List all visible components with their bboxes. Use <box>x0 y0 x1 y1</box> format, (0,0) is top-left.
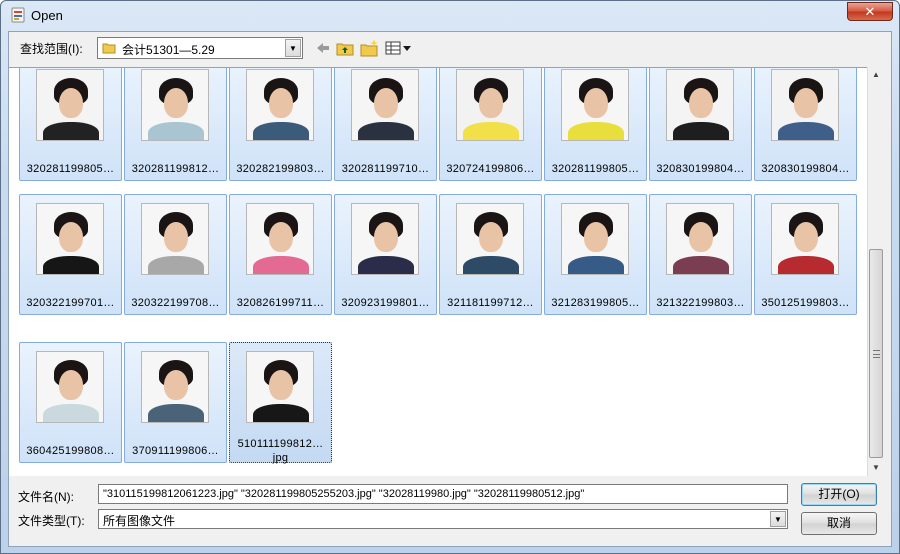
file-name-label: 320830199804… <box>656 163 745 175</box>
dialog-body: 查找范围(I): 会计51301—5.29 ▼ 320281199805… 320… <box>8 31 892 547</box>
file-item[interactable]: 350125199803… <box>754 194 857 315</box>
photo-thumbnail <box>771 69 839 141</box>
file-name-label: 320281199805… <box>551 163 640 175</box>
file-item[interactable]: 360425199808… <box>19 342 122 463</box>
photo-thumbnail <box>456 203 524 275</box>
file-item[interactable]: 320322199708… <box>124 194 227 315</box>
filename-label: 文件名(N): <box>18 490 74 504</box>
chevron-down-icon[interactable]: ▼ <box>285 39 301 57</box>
file-name-label: 320322199701… <box>26 297 115 309</box>
photo-thumbnail <box>246 351 314 423</box>
file-item[interactable]: 320830199804… <box>754 68 857 181</box>
view-menu-icon[interactable] <box>384 38 414 58</box>
file-name-label: 320281199812… <box>131 163 220 175</box>
up-folder-icon[interactable] <box>335 38 355 58</box>
photo-thumbnail <box>141 69 209 141</box>
vertical-scrollbar[interactable]: ▲ ▼ <box>867 67 884 476</box>
filetype-value: 所有图像文件 <box>103 514 176 528</box>
file-list[interactable]: 320281199805… 320281199812… 320282199803… 3… <box>9 67 881 476</box>
photo-thumbnail <box>771 203 839 275</box>
filetype-dropdown[interactable]: 所有图像文件 ▼ <box>98 509 788 529</box>
photo-thumbnail <box>141 203 209 275</box>
filename-input[interactable]: "310115199812061223.jpg" "32028119980525… <box>98 484 788 504</box>
file-item[interactable]: 370911199806… <box>124 342 227 463</box>
scroll-up-icon[interactable]: ▲ <box>868 67 884 83</box>
look-in-label: 查找范围(I): <box>20 42 83 56</box>
file-item[interactable]: 510111199812…jpg <box>229 342 332 464</box>
file-name-label: 320826199711… <box>236 297 325 309</box>
file-item[interactable]: 320826199711… <box>229 194 332 315</box>
file-name-label: 320281199805… <box>26 163 115 175</box>
title-bar[interactable]: Open ✕ <box>1 1 899 31</box>
file-item[interactable]: 321322199803… <box>649 194 752 315</box>
file-item[interactable]: 320322199701… <box>19 194 122 315</box>
photo-thumbnail <box>456 69 524 141</box>
file-name-label: 320724199806… <box>446 163 535 175</box>
open-button[interactable]: 打开(O) <box>801 483 877 506</box>
file-item[interactable]: 320724199806… <box>439 68 542 181</box>
file-name-label: 320830199804… <box>761 163 850 175</box>
photo-thumbnail <box>561 203 629 275</box>
photo-thumbnail <box>36 69 104 141</box>
filetype-label: 文件类型(T): <box>18 514 85 528</box>
photo-thumbnail <box>36 351 104 423</box>
file-name-label: 321322199803… <box>656 297 745 309</box>
photo-thumbnail <box>351 69 419 141</box>
back-icon[interactable] <box>314 38 332 58</box>
app-icon <box>11 7 25 23</box>
file-item[interactable]: 320281199812… <box>124 68 227 181</box>
file-name-label: 320322199708… <box>131 297 220 309</box>
photo-thumbnail <box>666 69 734 141</box>
file-item[interactable]: 320923199801… <box>334 194 437 315</box>
look-in-value: 会计51301—5.29 <box>122 43 215 57</box>
chevron-down-icon[interactable]: ▼ <box>770 511 786 527</box>
cancel-button[interactable]: 取消 <box>801 512 877 535</box>
photo-thumbnail <box>246 69 314 141</box>
photo-thumbnail <box>36 203 104 275</box>
file-name-label: 370911199806… <box>132 445 219 457</box>
file-name-label: 320281199710… <box>341 163 430 175</box>
file-name-label: 321283199805… <box>551 297 640 309</box>
scroll-thumb[interactable] <box>869 249 883 458</box>
photo-thumbnail <box>141 351 209 423</box>
close-button[interactable]: ✕ <box>847 2 893 21</box>
file-name-label: 510111199812…jpg <box>237 438 324 464</box>
window-title: Open <box>31 8 63 23</box>
open-dialog: Open ✕ 查找范围(I): 会计51301—5.29 ▼ 320281199… <box>0 0 900 554</box>
file-item[interactable]: 320281199710… <box>334 68 437 181</box>
scroll-down-icon[interactable]: ▼ <box>868 460 884 476</box>
folder-icon <box>102 43 116 54</box>
photo-thumbnail <box>561 69 629 141</box>
file-item[interactable]: 320282199803… <box>229 68 332 181</box>
file-name-label: 320923199801… <box>341 297 430 309</box>
photo-thumbnail <box>666 203 734 275</box>
photo-thumbnail <box>351 203 419 275</box>
file-item[interactable]: 321283199805… <box>544 194 647 315</box>
file-name-label: 360425199808… <box>26 445 115 457</box>
look-in-dropdown[interactable]: 会计51301—5.29 ▼ <box>97 37 303 59</box>
file-name-label: 321181199712… <box>447 297 534 309</box>
file-item[interactable]: 320281199805… <box>19 68 122 181</box>
photo-thumbnail <box>246 203 314 275</box>
file-item[interactable]: 320830199804… <box>649 68 752 181</box>
file-name-label: 350125199803… <box>761 297 850 309</box>
file-name-label: 320282199803… <box>236 163 325 175</box>
file-item[interactable]: 321181199712… <box>439 194 542 315</box>
new-folder-icon[interactable] <box>359 38 379 58</box>
grip-icon <box>873 350 880 358</box>
file-item[interactable]: 320281199805… <box>544 68 647 181</box>
